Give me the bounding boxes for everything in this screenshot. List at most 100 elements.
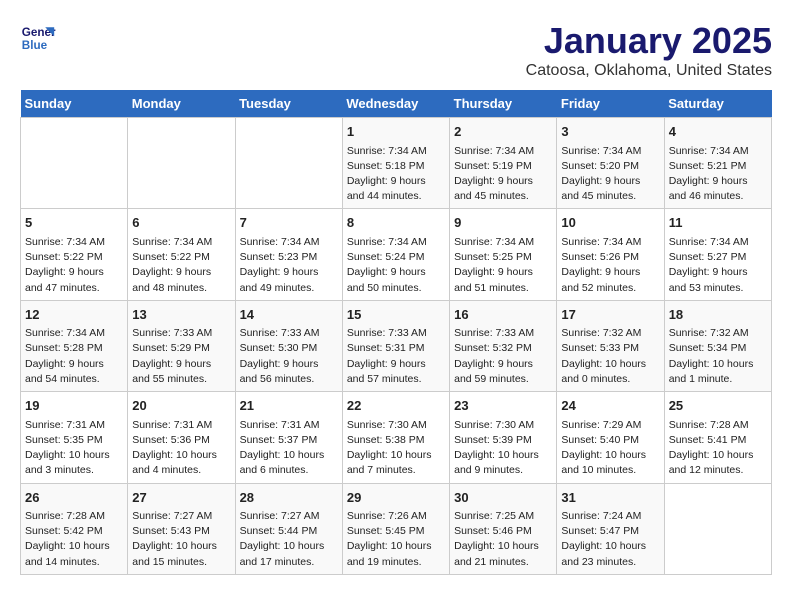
day-number: 5 bbox=[25, 213, 123, 233]
day-number: 1 bbox=[347, 122, 445, 142]
calendar-cell bbox=[21, 118, 128, 209]
calendar-cell: 6Sunrise: 7:34 AMSunset: 5:22 PMDaylight… bbox=[128, 209, 235, 300]
day-info: Sunrise: 7:31 AMSunset: 5:35 PMDaylight:… bbox=[25, 418, 123, 479]
subtitle: Catoosa, Oklahoma, United States bbox=[526, 62, 772, 80]
day-info: Sunrise: 7:24 AMSunset: 5:47 PMDaylight:… bbox=[561, 509, 659, 570]
calendar-cell: 25Sunrise: 7:28 AMSunset: 5:41 PMDayligh… bbox=[664, 392, 771, 483]
calendar-cell: 18Sunrise: 7:32 AMSunset: 5:34 PMDayligh… bbox=[664, 300, 771, 391]
calendar-cell: 10Sunrise: 7:34 AMSunset: 5:26 PMDayligh… bbox=[557, 209, 664, 300]
day-info: Sunrise: 7:34 AMSunset: 5:21 PMDaylight:… bbox=[669, 144, 767, 205]
day-info: Sunrise: 7:33 AMSunset: 5:29 PMDaylight:… bbox=[132, 326, 230, 387]
calendar-week-row: 12Sunrise: 7:34 AMSunset: 5:28 PMDayligh… bbox=[21, 300, 772, 391]
day-header-saturday: Saturday bbox=[664, 90, 771, 118]
calendar-cell: 1Sunrise: 7:34 AMSunset: 5:18 PMDaylight… bbox=[342, 118, 449, 209]
day-header-friday: Friday bbox=[557, 90, 664, 118]
calendar-cell: 21Sunrise: 7:31 AMSunset: 5:37 PMDayligh… bbox=[235, 392, 342, 483]
day-info: Sunrise: 7:30 AMSunset: 5:38 PMDaylight:… bbox=[347, 418, 445, 479]
calendar-week-row: 5Sunrise: 7:34 AMSunset: 5:22 PMDaylight… bbox=[21, 209, 772, 300]
day-info: Sunrise: 7:34 AMSunset: 5:25 PMDaylight:… bbox=[454, 235, 552, 296]
day-number: 30 bbox=[454, 488, 552, 508]
day-info: Sunrise: 7:33 AMSunset: 5:30 PMDaylight:… bbox=[240, 326, 338, 387]
calendar-cell: 9Sunrise: 7:34 AMSunset: 5:25 PMDaylight… bbox=[450, 209, 557, 300]
calendar-week-row: 19Sunrise: 7:31 AMSunset: 5:35 PMDayligh… bbox=[21, 392, 772, 483]
calendar-cell bbox=[664, 483, 771, 574]
day-info: Sunrise: 7:34 AMSunset: 5:22 PMDaylight:… bbox=[25, 235, 123, 296]
title-block: January 2025 Catoosa, Oklahoma, United S… bbox=[526, 20, 772, 80]
day-info: Sunrise: 7:31 AMSunset: 5:36 PMDaylight:… bbox=[132, 418, 230, 479]
day-header-wednesday: Wednesday bbox=[342, 90, 449, 118]
calendar-cell: 17Sunrise: 7:32 AMSunset: 5:33 PMDayligh… bbox=[557, 300, 664, 391]
logo-icon: General Blue bbox=[20, 20, 56, 56]
day-number: 31 bbox=[561, 488, 659, 508]
day-header-sunday: Sunday bbox=[21, 90, 128, 118]
day-info: Sunrise: 7:29 AMSunset: 5:40 PMDaylight:… bbox=[561, 418, 659, 479]
day-info: Sunrise: 7:34 AMSunset: 5:19 PMDaylight:… bbox=[454, 144, 552, 205]
calendar-cell: 27Sunrise: 7:27 AMSunset: 5:43 PMDayligh… bbox=[128, 483, 235, 574]
day-number: 12 bbox=[25, 305, 123, 325]
day-info: Sunrise: 7:34 AMSunset: 5:23 PMDaylight:… bbox=[240, 235, 338, 296]
day-header-monday: Monday bbox=[128, 90, 235, 118]
day-number: 27 bbox=[132, 488, 230, 508]
calendar-cell: 29Sunrise: 7:26 AMSunset: 5:45 PMDayligh… bbox=[342, 483, 449, 574]
main-title: January 2025 bbox=[526, 20, 772, 62]
calendar-cell: 4Sunrise: 7:34 AMSunset: 5:21 PMDaylight… bbox=[664, 118, 771, 209]
day-number: 2 bbox=[454, 122, 552, 142]
calendar-cell bbox=[128, 118, 235, 209]
day-number: 18 bbox=[669, 305, 767, 325]
day-header-tuesday: Tuesday bbox=[235, 90, 342, 118]
calendar-cell: 20Sunrise: 7:31 AMSunset: 5:36 PMDayligh… bbox=[128, 392, 235, 483]
day-info: Sunrise: 7:34 AMSunset: 5:28 PMDaylight:… bbox=[25, 326, 123, 387]
day-info: Sunrise: 7:28 AMSunset: 5:41 PMDaylight:… bbox=[669, 418, 767, 479]
calendar-week-row: 26Sunrise: 7:28 AMSunset: 5:42 PMDayligh… bbox=[21, 483, 772, 574]
day-number: 10 bbox=[561, 213, 659, 233]
day-number: 16 bbox=[454, 305, 552, 325]
calendar-cell: 15Sunrise: 7:33 AMSunset: 5:31 PMDayligh… bbox=[342, 300, 449, 391]
day-number: 15 bbox=[347, 305, 445, 325]
calendar-table: SundayMondayTuesdayWednesdayThursdayFrid… bbox=[20, 90, 772, 575]
day-info: Sunrise: 7:27 AMSunset: 5:43 PMDaylight:… bbox=[132, 509, 230, 570]
day-number: 17 bbox=[561, 305, 659, 325]
day-number: 3 bbox=[561, 122, 659, 142]
day-info: Sunrise: 7:33 AMSunset: 5:32 PMDaylight:… bbox=[454, 326, 552, 387]
day-number: 24 bbox=[561, 396, 659, 416]
day-info: Sunrise: 7:32 AMSunset: 5:34 PMDaylight:… bbox=[669, 326, 767, 387]
calendar-cell: 24Sunrise: 7:29 AMSunset: 5:40 PMDayligh… bbox=[557, 392, 664, 483]
calendar-cell: 14Sunrise: 7:33 AMSunset: 5:30 PMDayligh… bbox=[235, 300, 342, 391]
calendar-cell: 28Sunrise: 7:27 AMSunset: 5:44 PMDayligh… bbox=[235, 483, 342, 574]
day-info: Sunrise: 7:33 AMSunset: 5:31 PMDaylight:… bbox=[347, 326, 445, 387]
svg-text:Blue: Blue bbox=[22, 39, 48, 52]
calendar-cell: 19Sunrise: 7:31 AMSunset: 5:35 PMDayligh… bbox=[21, 392, 128, 483]
day-number: 8 bbox=[347, 213, 445, 233]
day-info: Sunrise: 7:34 AMSunset: 5:24 PMDaylight:… bbox=[347, 235, 445, 296]
calendar-cell: 3Sunrise: 7:34 AMSunset: 5:20 PMDaylight… bbox=[557, 118, 664, 209]
calendar-cell: 8Sunrise: 7:34 AMSunset: 5:24 PMDaylight… bbox=[342, 209, 449, 300]
day-info: Sunrise: 7:27 AMSunset: 5:44 PMDaylight:… bbox=[240, 509, 338, 570]
logo: General Blue bbox=[20, 20, 56, 56]
day-number: 28 bbox=[240, 488, 338, 508]
day-number: 26 bbox=[25, 488, 123, 508]
day-number: 11 bbox=[669, 213, 767, 233]
calendar-cell: 22Sunrise: 7:30 AMSunset: 5:38 PMDayligh… bbox=[342, 392, 449, 483]
calendar-cell: 7Sunrise: 7:34 AMSunset: 5:23 PMDaylight… bbox=[235, 209, 342, 300]
day-number: 20 bbox=[132, 396, 230, 416]
day-info: Sunrise: 7:28 AMSunset: 5:42 PMDaylight:… bbox=[25, 509, 123, 570]
day-info: Sunrise: 7:34 AMSunset: 5:22 PMDaylight:… bbox=[132, 235, 230, 296]
calendar-header-row: SundayMondayTuesdayWednesdayThursdayFrid… bbox=[21, 90, 772, 118]
calendar-cell: 12Sunrise: 7:34 AMSunset: 5:28 PMDayligh… bbox=[21, 300, 128, 391]
day-info: Sunrise: 7:31 AMSunset: 5:37 PMDaylight:… bbox=[240, 418, 338, 479]
calendar-cell: 26Sunrise: 7:28 AMSunset: 5:42 PMDayligh… bbox=[21, 483, 128, 574]
day-number: 9 bbox=[454, 213, 552, 233]
day-info: Sunrise: 7:34 AMSunset: 5:26 PMDaylight:… bbox=[561, 235, 659, 296]
calendar-week-row: 1Sunrise: 7:34 AMSunset: 5:18 PMDaylight… bbox=[21, 118, 772, 209]
day-info: Sunrise: 7:34 AMSunset: 5:18 PMDaylight:… bbox=[347, 144, 445, 205]
day-info: Sunrise: 7:30 AMSunset: 5:39 PMDaylight:… bbox=[454, 418, 552, 479]
calendar-cell: 5Sunrise: 7:34 AMSunset: 5:22 PMDaylight… bbox=[21, 209, 128, 300]
calendar-cell: 23Sunrise: 7:30 AMSunset: 5:39 PMDayligh… bbox=[450, 392, 557, 483]
day-number: 7 bbox=[240, 213, 338, 233]
day-info: Sunrise: 7:34 AMSunset: 5:20 PMDaylight:… bbox=[561, 144, 659, 205]
calendar-cell: 31Sunrise: 7:24 AMSunset: 5:47 PMDayligh… bbox=[557, 483, 664, 574]
calendar-cell: 2Sunrise: 7:34 AMSunset: 5:19 PMDaylight… bbox=[450, 118, 557, 209]
day-number: 14 bbox=[240, 305, 338, 325]
day-info: Sunrise: 7:25 AMSunset: 5:46 PMDaylight:… bbox=[454, 509, 552, 570]
day-number: 13 bbox=[132, 305, 230, 325]
